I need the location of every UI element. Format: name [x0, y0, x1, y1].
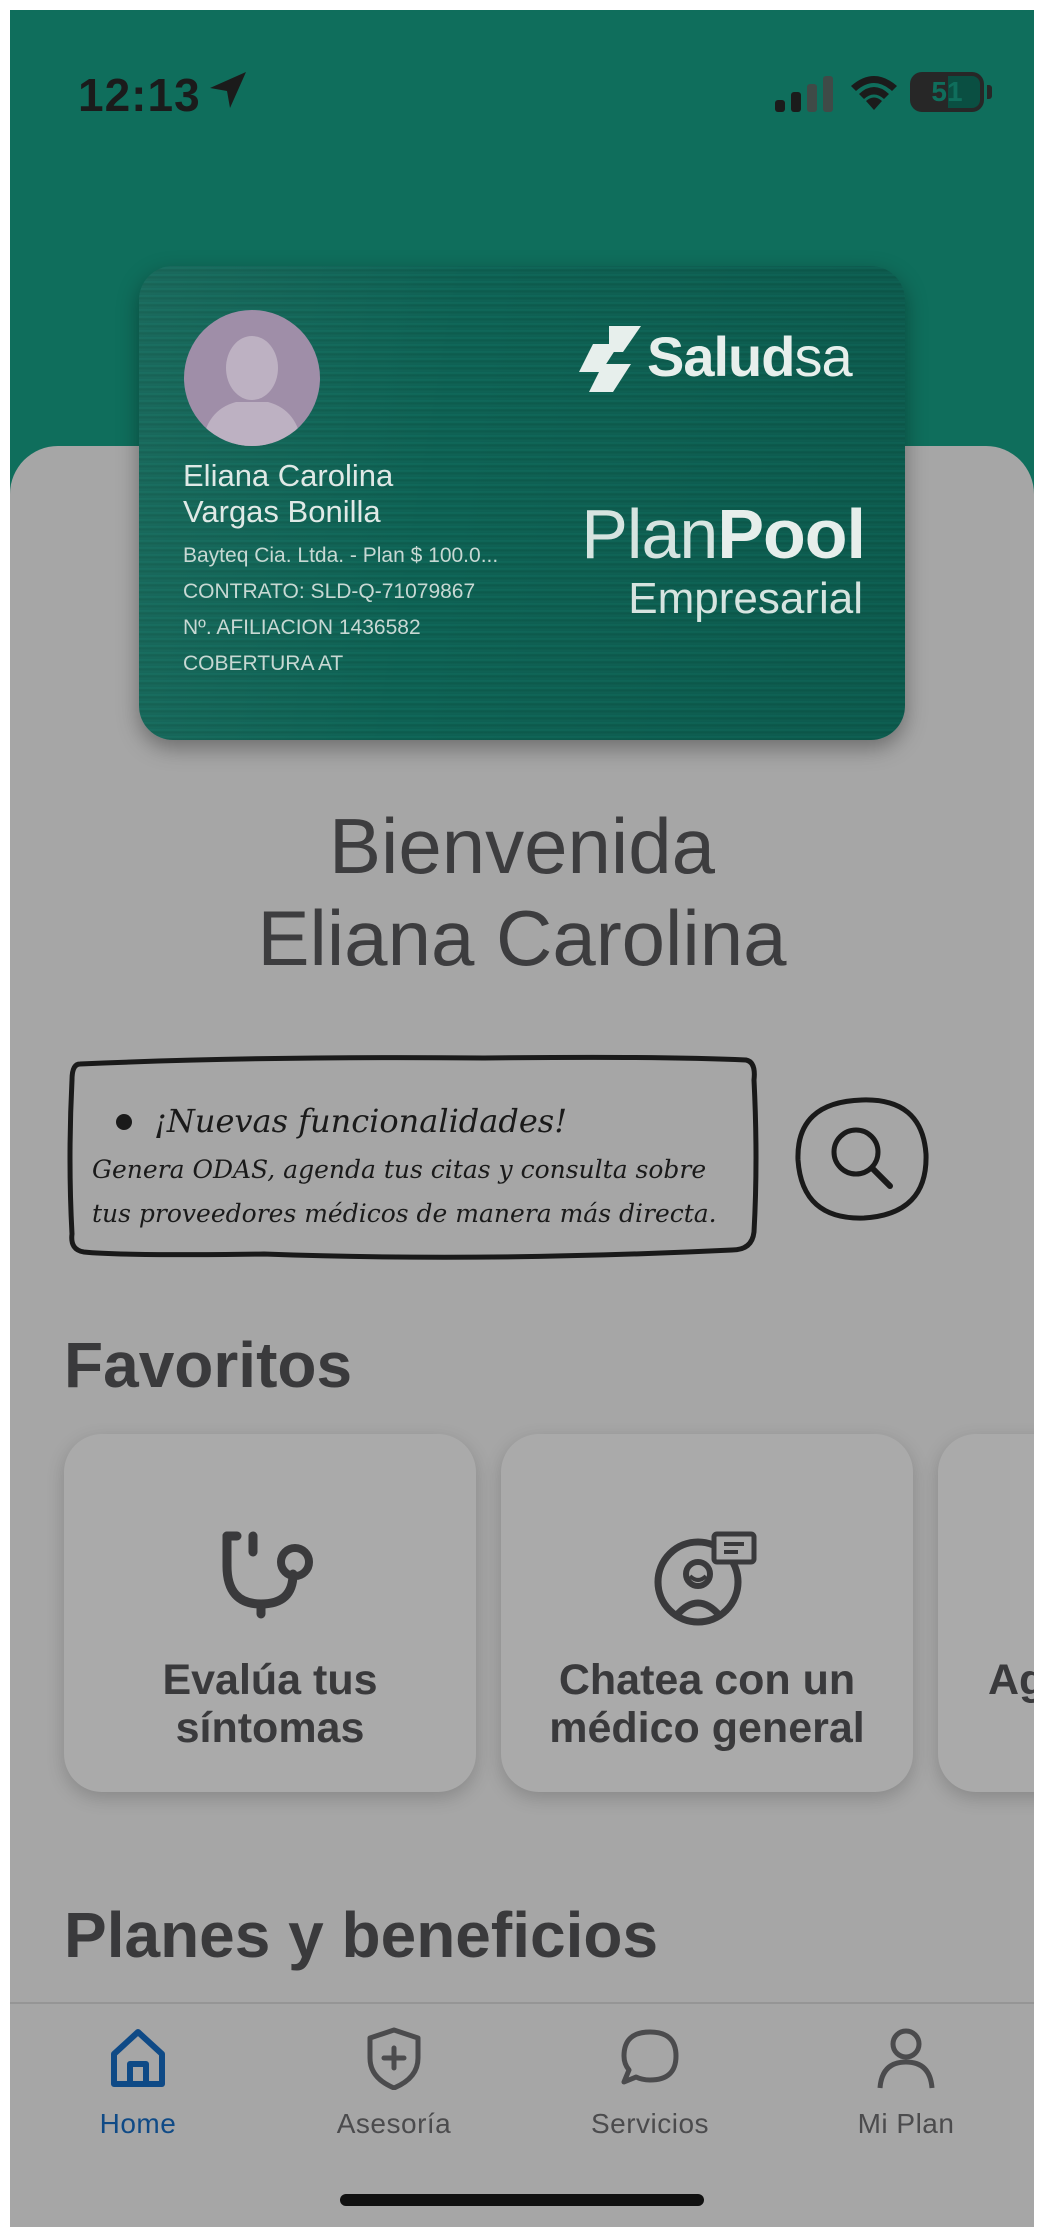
- member-coverage: COBERTURA AT: [183, 652, 344, 675]
- tab-asesoria[interactable]: Asesoría: [266, 2004, 522, 2144]
- tab-mi-plan[interactable]: Mi Plan: [778, 2004, 1034, 2144]
- favorite-evaluate-symptoms[interactable]: Evalúa tus síntomas: [64, 1434, 476, 1792]
- new-features-notice[interactable]: ¡Nuevas funcionalidades! Genera ODAS, ag…: [64, 1050, 764, 1260]
- member-company: Bayteq Cia. Ltda. - Plan $ 100.0...: [183, 544, 499, 567]
- search-icon[interactable]: [792, 1094, 932, 1224]
- battery-percent: 51: [931, 76, 963, 107]
- tab-label: Asesoría: [336, 2108, 452, 2139]
- stethoscope-icon: [222, 1531, 313, 1619]
- welcome-greeting: Bienvenida Eliana Carolina: [257, 802, 787, 982]
- favorite-label: Ag: [988, 1656, 1034, 1704]
- avatar: [184, 310, 320, 446]
- plan-subtitle: Empresarial: [628, 574, 863, 623]
- location-arrow-icon: [210, 72, 246, 108]
- status-bar: 12:13 51: [10, 10, 1034, 170]
- notice-bullet: [116, 1114, 132, 1130]
- favorite-label: Chatea con un médico general: [549, 1656, 865, 1752]
- saludsa-logo-icon: [579, 326, 641, 392]
- plans-benefits-title: Planes y beneficios: [64, 1899, 659, 1971]
- favorite-chat-doctor[interactable]: Chatea con un médico general: [501, 1434, 913, 1792]
- tab-label: Servicios: [590, 2108, 710, 2139]
- app-screen: 12:13 51 Eliana Carolina Vargas Bonilla …: [10, 10, 1034, 2227]
- member-card[interactable]: Eliana Carolina Vargas Bonilla Bayteq Ci…: [139, 266, 905, 740]
- favorite-label: Evalúa tus síntomas: [162, 1656, 378, 1752]
- tab-home[interactable]: Home: [10, 2004, 266, 2144]
- favorite-partial[interactable]: Ag: [938, 1434, 1034, 1792]
- favorites-title: Favoritos: [64, 1329, 353, 1401]
- tab-servicios[interactable]: Servicios: [522, 2004, 778, 2144]
- wifi-icon: [851, 76, 897, 110]
- shield-plus-icon: [367, 2027, 421, 2090]
- notice-title: ¡Nuevas funcionalidades!: [154, 1102, 568, 1140]
- home-indicator[interactable]: [340, 2194, 704, 2206]
- member-affiliation: Nº. AFILIACION 1436582: [183, 616, 421, 639]
- plan-name: PlanPool: [581, 495, 866, 573]
- person-icon: [877, 2028, 935, 2089]
- chat-bubble-icon: [621, 2029, 679, 2085]
- avatar-silhouette-icon: [202, 336, 302, 446]
- notice-body: Genera ODAS, agenda tus citas y consulta…: [92, 1155, 717, 1228]
- status-time: 12:13: [78, 69, 201, 121]
- saludsa-logo: Saludsa: [579, 324, 869, 394]
- member-contract: CONTRATO: SLD-Q-71079867: [183, 580, 476, 603]
- tab-label: Home: [99, 2108, 177, 2139]
- home-icon: [111, 2029, 165, 2087]
- signal-icon: [775, 76, 833, 112]
- doctor-chat-icon: [654, 1531, 757, 1626]
- tab-label: Mi Plan: [857, 2108, 955, 2139]
- battery-icon: 51: [910, 72, 992, 114]
- member-name: Eliana Carolina Vargas Bonilla: [183, 458, 394, 529]
